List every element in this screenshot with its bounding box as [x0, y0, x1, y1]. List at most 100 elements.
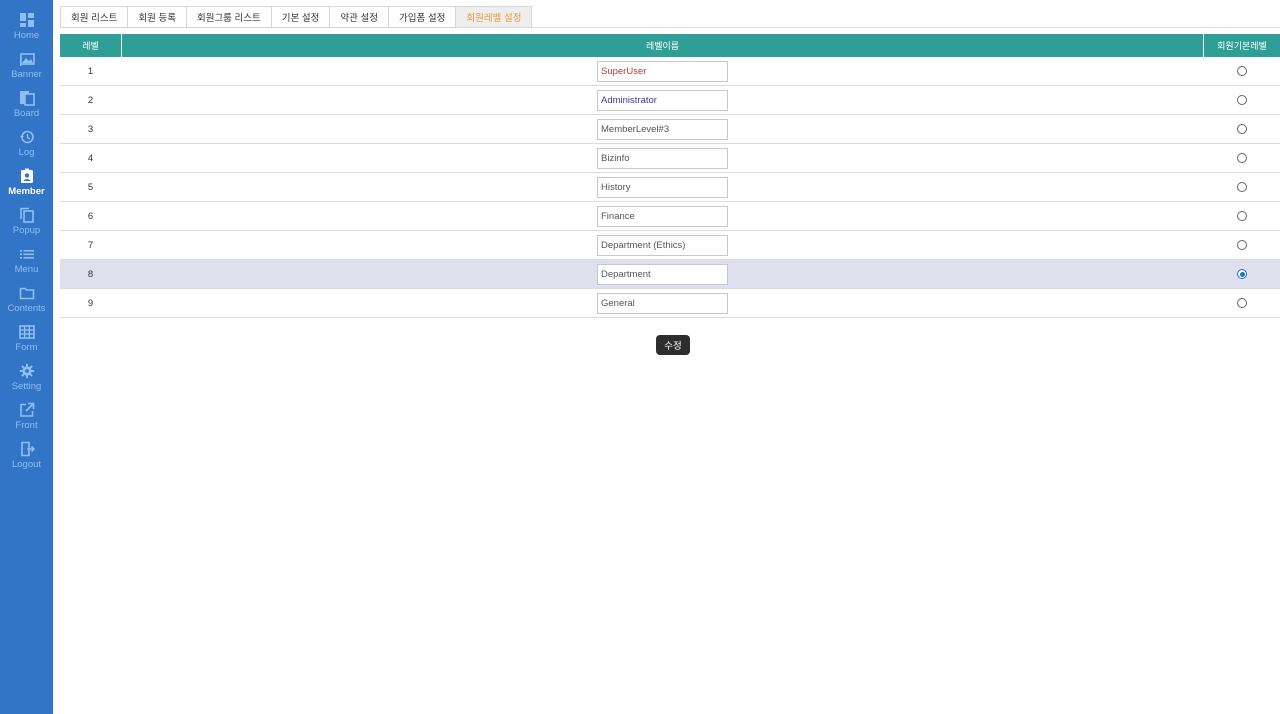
level-number: 4 — [87, 152, 94, 164]
nav-banner-label: Banner — [11, 69, 42, 80]
level-name-cell — [121, 173, 1204, 201]
table-row: 9 — [60, 289, 1280, 318]
tab-member-list[interactable]: 회원 리스트 — [60, 6, 129, 28]
folder-icon — [19, 287, 34, 300]
nav-contents-label: Contents — [7, 303, 46, 314]
default-level-radio[interactable] — [1237, 240, 1247, 250]
header-level: 레벨 — [82, 41, 99, 51]
table-row: 4 — [60, 144, 1280, 173]
level-number: 1 — [87, 65, 94, 77]
image-icon — [19, 53, 35, 66]
level-name-input[interactable] — [597, 263, 728, 285]
member-level-table: 레벨 레벨이름 회원기본레벨 1 2 3 4 5 6 7 8 9 — [60, 34, 1280, 318]
default-level-radio[interactable] — [1237, 182, 1247, 192]
default-level-cell — [1204, 57, 1280, 85]
level-name-cell — [121, 231, 1204, 259]
documents-icon — [19, 91, 35, 106]
nav-member-label: Member — [8, 186, 45, 197]
default-level-cell — [1204, 260, 1280, 288]
nav-setting-label: Setting — [11, 381, 42, 392]
nav-front-label: Front — [15, 420, 38, 431]
level-name-cell — [121, 144, 1204, 172]
level-name-cell — [121, 86, 1204, 114]
level-name-cell — [121, 57, 1204, 85]
default-level-radio[interactable] — [1237, 124, 1247, 134]
default-level-radio[interactable] — [1237, 153, 1247, 163]
level-number: 6 — [87, 210, 94, 222]
history-icon — [19, 130, 34, 144]
level-number: 3 — [87, 123, 94, 135]
level-name-input[interactable] — [597, 89, 728, 111]
level-number: 5 — [87, 181, 94, 193]
level-name-cell — [121, 260, 1204, 288]
table-header: 레벨 레벨이름 회원기본레벨 — [60, 34, 1280, 57]
level-name-input[interactable] — [597, 205, 728, 227]
external-link-icon — [19, 402, 34, 417]
nav-member[interactable]: Member — [0, 164, 53, 203]
nav-front[interactable]: Front — [0, 398, 53, 437]
nav-logout[interactable]: Logout — [0, 437, 53, 476]
dashboard-icon — [19, 13, 34, 27]
default-level-cell — [1204, 202, 1280, 230]
level-name-input[interactable] — [597, 176, 728, 198]
level-name-input[interactable] — [597, 147, 728, 169]
nav-log-label: Log — [18, 147, 35, 158]
default-level-radio[interactable] — [1237, 298, 1247, 308]
default-level-cell — [1204, 115, 1280, 143]
tab-terms-settings[interactable]: 약관 설정 — [330, 6, 389, 28]
nav-board-label: Board — [13, 108, 40, 119]
tab-signup-form-settings[interactable]: 가입폼 설정 — [389, 6, 457, 28]
nav-setting[interactable]: Setting — [0, 359, 53, 398]
nav-contents[interactable]: Contents — [0, 281, 53, 320]
tab-basic-settings[interactable]: 기본 설정 — [271, 6, 331, 28]
level-name-input[interactable] — [597, 118, 728, 140]
level-name-cell — [121, 202, 1204, 230]
level-name-cell — [121, 289, 1204, 317]
level-number: 2 — [87, 94, 94, 106]
main-content: 회원 리스트 회원 등록 회원그룹 리스트 기본 설정 약관 설정 가입폼 설정… — [53, 0, 1280, 714]
nav-home[interactable]: Home — [0, 8, 53, 47]
nav-popup[interactable]: Popup — [0, 203, 53, 242]
default-level-cell — [1204, 289, 1280, 317]
nav-board[interactable]: Board — [0, 86, 53, 125]
table-body: 1 2 3 4 5 6 7 8 9 — [60, 57, 1280, 318]
nav-popup-label: Popup — [12, 225, 41, 236]
level-number: 9 — [87, 297, 94, 309]
level-name-input[interactable] — [597, 234, 728, 256]
tab-member-level-settings[interactable]: 회원레벨 설정 — [456, 6, 533, 28]
table-icon — [18, 325, 35, 339]
level-name-cell — [121, 115, 1204, 143]
default-level-radio[interactable] — [1237, 66, 1247, 76]
nav-form[interactable]: Form — [0, 320, 53, 359]
table-row: 1 — [60, 57, 1280, 86]
nav-menu-label: Menu — [14, 264, 39, 275]
level-name-input[interactable] — [597, 292, 728, 314]
member-badge-icon — [20, 168, 33, 183]
header-default-level: 회원기본레벨 — [1217, 41, 1267, 51]
table-row: 3 — [60, 115, 1280, 144]
default-level-radio[interactable] — [1237, 211, 1247, 221]
level-number: 7 — [87, 239, 94, 251]
default-level-cell — [1204, 86, 1280, 114]
gear-icon — [19, 363, 34, 379]
nav-logout-label: Logout — [11, 459, 42, 470]
update-button[interactable]: 수정 — [656, 335, 690, 355]
nav-form-label: Form — [15, 342, 38, 353]
nav-log[interactable]: Log — [0, 125, 53, 164]
table-row: 7 — [60, 231, 1280, 260]
default-level-cell — [1204, 144, 1280, 172]
table-row: 2 — [60, 86, 1280, 115]
nav-menu[interactable]: Menu — [0, 242, 53, 281]
table-row: 8 — [60, 260, 1280, 289]
tab-member-group-list[interactable]: 회원그룹 리스트 — [186, 6, 272, 28]
level-name-input[interactable] — [597, 60, 728, 82]
tab-member-register[interactable]: 회원 등록 — [128, 6, 187, 28]
level-number: 8 — [87, 268, 94, 280]
table-row: 5 — [60, 173, 1280, 202]
nav-banner[interactable]: Banner — [0, 47, 53, 86]
nav-home-label: Home — [13, 30, 40, 41]
list-icon — [19, 250, 34, 259]
default-level-radio[interactable] — [1237, 95, 1247, 105]
default-level-radio[interactable] — [1237, 269, 1247, 279]
logout-icon — [20, 441, 35, 457]
